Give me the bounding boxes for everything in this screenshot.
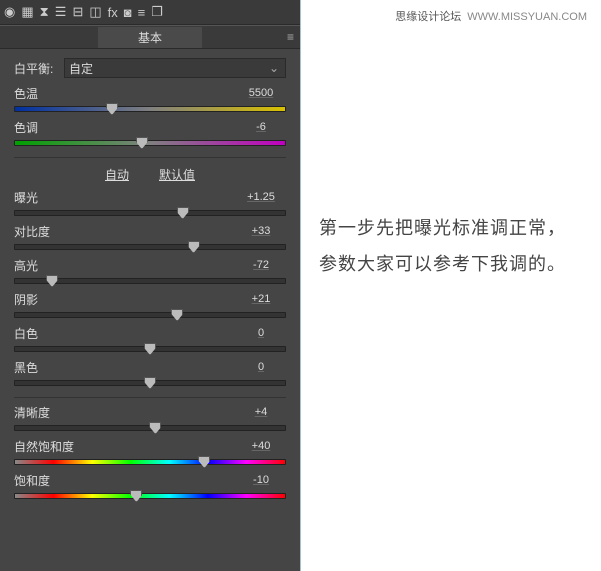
layers-icon[interactable]: ❐	[151, 4, 163, 20]
watermark: 思缘设计论坛WWW.MISSYUAN.COM	[395, 8, 587, 24]
exposure-slider[interactable]: 曝光 +1.25	[14, 189, 286, 217]
instruction-text: 第一步先把曝光标准调正常，参数大家可以参考下我调的。	[319, 210, 583, 282]
tab-basic[interactable]: 基本	[98, 27, 202, 48]
temperature-value[interactable]: 5500	[236, 87, 286, 99]
saturation-value[interactable]: -10	[236, 474, 286, 486]
auto-link[interactable]: 自动	[105, 166, 129, 183]
temperature-label: 色温	[14, 85, 38, 102]
exposure-label: 曝光	[14, 189, 38, 206]
tint-value[interactable]: -6	[236, 121, 286, 133]
split-icon[interactable]: ◫	[89, 4, 101, 20]
contrast-slider[interactable]: 对比度 +33	[14, 223, 286, 251]
tint-label: 色调	[14, 119, 38, 136]
tone-icon[interactable]: ⊟	[72, 4, 83, 20]
blacks-value[interactable]: 0	[236, 361, 286, 373]
contrast-value[interactable]: +33	[236, 225, 286, 237]
highlights-slider[interactable]: 高光 -72	[14, 257, 286, 285]
clarity-label: 清晰度	[14, 404, 50, 421]
fx-icon[interactable]: fx	[108, 5, 118, 20]
menu-icon[interactable]: ≡	[287, 30, 294, 44]
clarity-value[interactable]: +4	[236, 406, 286, 418]
contrast-label: 对比度	[14, 223, 50, 240]
tab-bar: 基本 ≡	[0, 25, 300, 49]
whites-label: 白色	[14, 325, 38, 342]
clarity-slider[interactable]: 清晰度 +4	[14, 404, 286, 432]
vibrance-slider[interactable]: 自然饱和度 +40	[14, 438, 286, 466]
highlights-label: 高光	[14, 257, 38, 274]
exposure-value[interactable]: +1.25	[236, 191, 286, 203]
white-balance-select[interactable]: 自定	[64, 58, 286, 78]
tint-slider[interactable]: 色调 -6	[14, 119, 286, 147]
whites-value[interactable]: 0	[236, 327, 286, 339]
highlights-value[interactable]: -72	[236, 259, 286, 271]
shadows-slider[interactable]: 阴影 +21	[14, 291, 286, 319]
temperature-slider[interactable]: 色温 5500	[14, 85, 286, 113]
white-balance-label: 白平衡:	[14, 60, 64, 77]
whites-slider[interactable]: 白色 0	[14, 325, 286, 353]
saturation-label: 饱和度	[14, 472, 50, 489]
blacks-slider[interactable]: 黑色 0	[14, 359, 286, 387]
default-link[interactable]: 默认值	[159, 166, 195, 183]
camera-icon[interactable]: ◙	[124, 5, 132, 20]
vibrance-value[interactable]: +40	[236, 440, 286, 452]
blacks-label: 黑色	[14, 359, 38, 376]
sliders-icon[interactable]: ≡	[138, 5, 146, 20]
mirror-icon[interactable]: ⧗	[40, 4, 49, 20]
shadows-value[interactable]: +21	[236, 293, 286, 305]
toolbar: ◉ ▦ ⧗ ☰ ⊟ ◫ fx ◙ ≡ ❐	[0, 0, 300, 25]
shadows-label: 阴影	[14, 291, 38, 308]
vibrance-label: 自然饱和度	[14, 438, 74, 455]
aperture-icon[interactable]: ◉	[4, 4, 15, 20]
rows-icon[interactable]: ☰	[55, 4, 67, 20]
saturation-slider[interactable]: 饱和度 -10	[14, 472, 286, 500]
grid-icon[interactable]: ▦	[21, 4, 33, 20]
